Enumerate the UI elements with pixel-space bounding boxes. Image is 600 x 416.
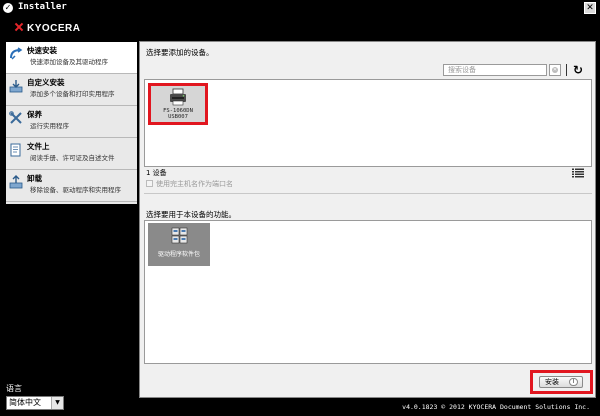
device-heading: 选择要添加的设备。 <box>146 48 214 57</box>
sidebar-item-custom-install[interactable]: 自定义安装 添加多个设备和打印实用程序 <box>6 74 137 106</box>
brand-logo: KYOCERA <box>14 22 81 36</box>
window-title: Installer <box>18 2 67 12</box>
install-label: 安装 <box>545 378 559 386</box>
sidebar-item-desc: 阅读手册、许可证及自述文件 <box>30 154 115 162</box>
function-list: 驱动程序软件包 <box>144 220 592 364</box>
language-selected: 简体中文 <box>9 398 41 407</box>
version-text: v4.0.1823 © 2012 KYOCERA Document Soluti… <box>402 403 590 411</box>
hostname-port-checkbox-row: 使用完主机名作为端口名 <box>146 179 233 189</box>
search-input[interactable]: 搜索设备 <box>443 64 547 76</box>
custom-install-icon <box>9 80 23 93</box>
sidebar-item-maintenance[interactable]: 保养 运行实用程序 <box>6 106 137 138</box>
device-tile[interactable]: FS-1060DN USB007 <box>148 83 208 125</box>
sidebar: 快速安装 快速添加设备及其驱动程序 自定义安装 添加多个设备和打印实用程序 保养… <box>6 42 137 204</box>
function-label: 驱动程序软件包 <box>157 251 200 258</box>
hostname-port-checkbox[interactable] <box>146 180 153 187</box>
list-view-icon[interactable] <box>572 168 584 178</box>
sidebar-item-title: 卸载 <box>27 174 42 183</box>
sidebar-item-quick-install[interactable]: 快速安装 快速添加设备及其驱动程序 <box>6 42 137 74</box>
install-shortcut-key: I <box>569 378 578 386</box>
device-connection: USB007 <box>168 114 188 120</box>
close-icon: ✕ <box>586 3 594 13</box>
language-label: 语言 <box>6 384 22 393</box>
chevron-down-icon: ▼ <box>51 397 63 409</box>
installer-window: ✓ Installer ✕ KYOCERA 快速安装 快速添加设备及其驱动程序 … <box>0 0 600 416</box>
close-button[interactable]: ✕ <box>584 2 596 14</box>
install-button-highlight: 安装 I <box>530 370 593 394</box>
sidebar-item-title: 文件上 <box>27 142 50 151</box>
uninstall-icon <box>9 175 23 189</box>
quick-install-icon <box>10 47 23 60</box>
sidebar-item-desc: 移除设备、驱动程序和实用程序 <box>30 186 121 194</box>
sidebar-item-desc: 快速添加设备及其驱动程序 <box>30 58 108 66</box>
main-panel: 选择要添加的设备。 搜索设备 ✕ ↻ FS-1060DN USB007 1 设备… <box>139 41 596 398</box>
refresh-button[interactable]: ↻ <box>571 63 585 77</box>
sidebar-item-title: 自定义安装 <box>27 78 65 87</box>
device-list: FS-1060DN USB007 <box>144 79 592 167</box>
function-heading: 选择要用于本设备的功能。 <box>146 210 236 219</box>
toolbar-separator <box>566 64 567 76</box>
sidebar-item-title: 保养 <box>27 110 42 119</box>
document-icon <box>10 143 21 157</box>
refresh-icon: ↻ <box>572 63 584 77</box>
install-button[interactable]: 安装 I <box>539 376 583 388</box>
brand-name: KYOCERA <box>27 23 81 34</box>
search-clear-button[interactable]: ✕ <box>549 64 561 76</box>
title-bar[interactable]: ✓ Installer ✕ <box>0 0 600 16</box>
sidebar-item-desc: 添加多个设备和打印实用程序 <box>30 90 115 98</box>
sidebar-item-uninstall[interactable]: 卸载 移除设备、驱动程序和实用程序 <box>6 170 137 202</box>
function-tile-driver-package[interactable]: 驱动程序软件包 <box>148 223 210 266</box>
language-select[interactable]: 简体中文 ▼ <box>6 396 64 410</box>
driver-package-icon <box>171 227 188 244</box>
clear-icon: ✕ <box>552 67 558 73</box>
device-count: 1 设备 <box>146 169 167 177</box>
sidebar-item-title: 快速安装 <box>27 46 57 55</box>
kyocera-logo-icon <box>14 22 24 32</box>
app-icon: ✓ <box>3 3 13 13</box>
tools-icon <box>9 111 22 124</box>
checkbox-label: 使用完主机名作为端口名 <box>156 180 233 188</box>
printer-icon <box>170 88 186 106</box>
sidebar-item-documents[interactable]: 文件上 阅读手册、许可证及自述文件 <box>6 138 137 170</box>
search-placeholder: 搜索设备 <box>448 66 476 74</box>
section-divider <box>144 193 592 194</box>
sidebar-item-desc: 运行实用程序 <box>30 122 69 130</box>
